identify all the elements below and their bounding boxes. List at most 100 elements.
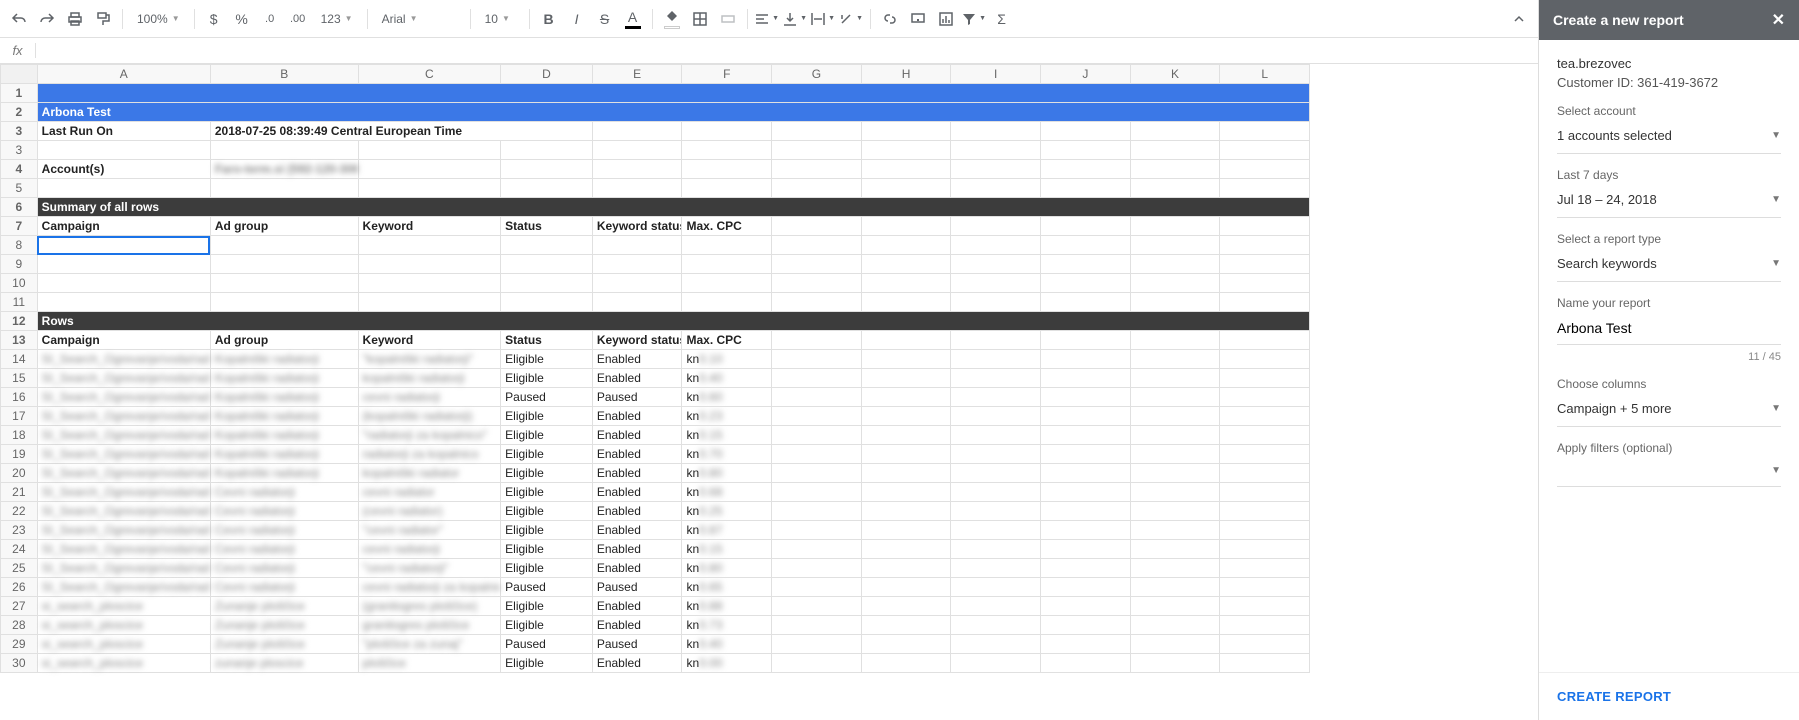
cell[interactable] — [1220, 388, 1310, 407]
cell[interactable] — [951, 464, 1041, 483]
cell[interactable]: Eligible — [501, 464, 593, 483]
cell[interactable] — [682, 236, 772, 255]
cell[interactable] — [772, 426, 862, 445]
cell[interactable] — [1041, 483, 1131, 502]
cell[interactable] — [861, 654, 951, 673]
insert-chart-button[interactable] — [933, 6, 959, 32]
cell[interactable] — [1041, 122, 1131, 141]
cell[interactable] — [1130, 635, 1220, 654]
cell[interactable]: Eligible — [501, 654, 593, 673]
cell[interactable] — [1041, 654, 1131, 673]
cell[interactable] — [861, 464, 951, 483]
cell[interactable] — [861, 521, 951, 540]
cell[interactable]: SI_Search_Ogrevanje/voda/radiatorji — [37, 464, 210, 483]
spreadsheet-grid[interactable]: A B C D E F G H I J K L 12Arbona Test3La — [0, 64, 1538, 720]
cell[interactable] — [951, 331, 1041, 350]
col-header[interactable]: L — [1220, 65, 1310, 84]
row-header[interactable]: 19 — [1, 445, 38, 464]
cell[interactable] — [772, 122, 862, 141]
cell[interactable]: kn0.15 — [682, 426, 772, 445]
cell[interactable] — [951, 654, 1041, 673]
col-header[interactable]: E — [592, 65, 682, 84]
cell[interactable] — [772, 255, 862, 274]
cell[interactable] — [772, 331, 862, 350]
cell[interactable] — [1041, 388, 1131, 407]
cell[interactable] — [1220, 635, 1310, 654]
cell[interactable] — [1220, 616, 1310, 635]
cell[interactable]: Paused — [501, 388, 593, 407]
cell[interactable] — [358, 179, 501, 198]
row-header[interactable]: 29 — [1, 635, 38, 654]
cell[interactable] — [682, 255, 772, 274]
cell[interactable]: (cevni radiator) — [358, 502, 501, 521]
cell[interactable] — [951, 616, 1041, 635]
cell[interactable]: Status — [501, 331, 593, 350]
cell[interactable] — [1130, 217, 1220, 236]
cell[interactable] — [1220, 141, 1310, 160]
cell[interactable] — [1041, 502, 1131, 521]
cell[interactable] — [1220, 578, 1310, 597]
decrease-decimal-button[interactable]: .0 — [257, 6, 283, 32]
cell[interactable]: SI_Search_Ogrevanje/voda/radiatorji — [37, 388, 210, 407]
row-header[interactable]: 6 — [1, 198, 38, 217]
cell[interactable]: SI_Search_Ogrevanje/voda/radiatorji — [37, 540, 210, 559]
currency-button[interactable]: $ — [201, 6, 227, 32]
cell[interactable]: SI_Search_Ogrevanje/voda/radiatorji — [37, 350, 210, 369]
cell[interactable] — [1041, 160, 1131, 179]
cell[interactable]: Enabled — [592, 559, 682, 578]
undo-button[interactable] — [6, 6, 32, 32]
cell[interactable] — [861, 274, 951, 293]
cell[interactable] — [358, 293, 501, 312]
cell[interactable]: Kopalniški radiatorji — [210, 426, 358, 445]
cell[interactable]: Enabled — [592, 426, 682, 445]
cell[interactable]: Eligible — [501, 540, 593, 559]
cell[interactable] — [772, 388, 862, 407]
cell[interactable]: Eligible — [501, 559, 593, 578]
cell[interactable]: Kopalniški radiatorji — [210, 350, 358, 369]
cell[interactable] — [951, 502, 1041, 521]
cell[interactable] — [951, 141, 1041, 160]
font-size-select[interactable]: 10▼ — [477, 6, 523, 32]
cell[interactable] — [1130, 426, 1220, 445]
cell[interactable]: Paused — [592, 635, 682, 654]
cell[interactable] — [358, 141, 501, 160]
cell[interactable]: Paused — [592, 578, 682, 597]
cell[interactable] — [1130, 483, 1220, 502]
account-select[interactable]: 1 accounts selected ▼ — [1557, 122, 1781, 154]
cell[interactable]: Enabled — [592, 369, 682, 388]
functions-button[interactable]: Σ — [989, 6, 1015, 32]
v-align-button[interactable]: ▼ — [782, 6, 808, 32]
cell[interactable] — [501, 236, 593, 255]
cell[interactable] — [772, 179, 862, 198]
cell[interactable] — [358, 274, 501, 293]
row-header[interactable]: 23 — [1, 521, 38, 540]
cell[interactable] — [592, 274, 682, 293]
more-formats-select[interactable]: 123▼ — [313, 6, 361, 32]
paint-format-button[interactable] — [90, 6, 116, 32]
borders-button[interactable] — [687, 6, 713, 32]
cell[interactable]: Eligible — [501, 597, 593, 616]
cell[interactable] — [772, 217, 862, 236]
create-report-button[interactable]: CREATE REPORT — [1557, 689, 1671, 704]
formula-input[interactable] — [36, 43, 1538, 58]
cell[interactable]: Eligible — [501, 407, 593, 426]
cell[interactable]: kn0.10 — [682, 350, 772, 369]
cell[interactable]: Ad group — [210, 331, 358, 350]
cell[interactable] — [1130, 179, 1220, 198]
cell[interactable] — [358, 236, 501, 255]
cell[interactable] — [37, 84, 1309, 103]
cell[interactable] — [951, 122, 1041, 141]
row-header[interactable]: 18 — [1, 426, 38, 445]
row-header[interactable]: 10 — [1, 274, 38, 293]
cell[interactable] — [951, 160, 1041, 179]
fill-color-button[interactable] — [659, 6, 685, 32]
cell[interactable] — [951, 597, 1041, 616]
cell[interactable] — [772, 654, 862, 673]
cell[interactable] — [1041, 369, 1131, 388]
insert-comment-button[interactable] — [905, 6, 931, 32]
cell[interactable] — [210, 141, 358, 160]
cell[interactable]: radiatorji za kopalnico — [358, 445, 501, 464]
cell[interactable] — [861, 255, 951, 274]
cell[interactable] — [772, 578, 862, 597]
filters-select[interactable]: ▼ — [1557, 459, 1781, 487]
